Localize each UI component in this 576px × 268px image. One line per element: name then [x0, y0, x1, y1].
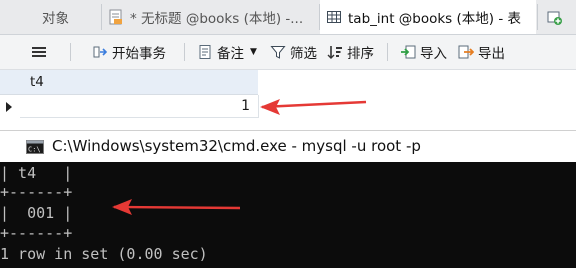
sort-button[interactable]: 排序 — [327, 35, 374, 69]
notes-icon — [197, 44, 213, 60]
dropdown-caret-icon[interactable]: ▼ — [250, 47, 257, 57]
cell-value: 1 — [241, 98, 250, 114]
toolbar-separator — [184, 43, 185, 61]
sort-label: 排序 — [347, 46, 374, 62]
console-line: | t4 | — [0, 164, 73, 182]
tab-separator — [537, 4, 538, 30]
tab-objects[interactable]: 对象 — [0, 0, 100, 34]
import-label: 导入 — [420, 46, 447, 62]
query-document-icon — [108, 9, 124, 25]
cmd-app-icon: C:\ — [26, 140, 44, 154]
console-output: | t4 | +------+ | 001 | +------+ 1 row i… — [0, 162, 576, 268]
begin-transaction-label: 开始事务 — [112, 46, 166, 62]
tab-bar: 对象 * 无标题 @books (本地) -... tab_int @books… — [0, 0, 576, 35]
tab-untitled-query-label: * 无标题 @books (本地) -... — [130, 11, 304, 27]
transaction-icon — [92, 44, 108, 60]
cmd-window-titlebar[interactable]: C:\ C:\Windows\system32\cmd.exe - mysql … — [0, 130, 576, 163]
filter-button[interactable]: 筛选 — [270, 35, 317, 69]
table-grid-icon — [326, 9, 342, 25]
tab-table-data-label: tab_int @books (本地) - 表 — [348, 11, 521, 27]
export-icon — [458, 44, 475, 60]
tab-objects-label: 对象 — [42, 11, 69, 27]
filter-icon — [270, 44, 286, 60]
toolbar: 开始事务 备注 ▼ 筛选 排序 导入 导出 — [0, 35, 576, 70]
export-label: 导出 — [478, 46, 505, 62]
notes-button[interactable]: 备注 ▼ — [197, 35, 257, 69]
console-line: | 001 | — [0, 204, 73, 222]
annotation-arrow-icon — [260, 99, 367, 115]
tab-table-data[interactable]: tab_int @books (本地) - 表 — [320, 0, 536, 34]
menu-button[interactable] — [32, 35, 46, 69]
filter-label: 筛选 — [290, 46, 317, 62]
sort-icon — [327, 44, 343, 60]
hamburger-icon — [32, 45, 46, 59]
console-line: 1 row in set (0.00 sec) — [0, 245, 208, 263]
svg-text:C:\: C:\ — [28, 146, 41, 154]
new-tab-icon — [546, 9, 562, 25]
toolbar-separator — [387, 43, 388, 61]
column-header-t4[interactable]: t4 — [30, 74, 44, 90]
begin-transaction-button[interactable]: 开始事务 — [92, 35, 166, 69]
import-button[interactable]: 导入 — [400, 35, 447, 69]
notes-label: 备注 — [217, 46, 244, 62]
export-button[interactable]: 导出 — [458, 35, 505, 69]
toolbar-separator — [70, 43, 71, 61]
import-icon — [400, 44, 416, 60]
console-line: +------+ — [0, 224, 73, 242]
console-line: +------+ — [0, 183, 73, 201]
current-row-marker-icon — [6, 102, 12, 112]
new-tab-button[interactable] — [540, 0, 576, 34]
grid-header: t4 — [0, 70, 258, 95]
tab-untitled-query[interactable]: * 无标题 @books (本地) -... — [102, 0, 318, 34]
cmd-window-title: C:\Windows\system32\cmd.exe - mysql -u r… — [52, 137, 421, 155]
annotation-arrow-icon — [112, 199, 241, 215]
table-cell-t4[interactable]: 1 — [20, 95, 259, 118]
